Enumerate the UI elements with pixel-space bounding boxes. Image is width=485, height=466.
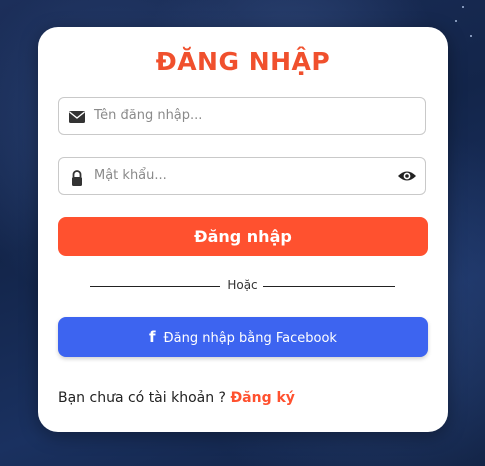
star-decoration [470, 35, 472, 37]
or-divider: Hoặc [90, 277, 395, 295]
signup-row: Bạn chưa có tài khoản ? Đăng ký [58, 390, 295, 406]
lock-icon [68, 169, 86, 186]
star-decoration [462, 6, 464, 8]
login-button[interactable]: Đăng nhập [58, 217, 428, 256]
facebook-icon: f [149, 328, 156, 346]
divider-line-right [263, 286, 395, 287]
login-card: ĐĂNG NHẬP Tên đăng nhập... Mật khẩu... Đ [38, 27, 448, 432]
page-title: ĐĂNG NHẬP [155, 47, 331, 76]
divider-text: Hoặc [227, 278, 258, 292]
star-decoration [455, 20, 457, 22]
username-field[interactable]: Tên đăng nhập... [58, 97, 426, 135]
envelope-icon [68, 109, 86, 125]
signup-prompt: Bạn chưa có tài khoản ? [58, 390, 231, 406]
facebook-button-label: Đăng nhập bằng Facebook [163, 331, 337, 346]
facebook-login-button[interactable]: f Đăng nhập bằng Facebook [58, 317, 428, 357]
password-field[interactable]: Mật khẩu... [58, 157, 426, 195]
username-placeholder: Tên đăng nhập... [94, 108, 203, 123]
password-placeholder: Mật khẩu... [94, 168, 167, 183]
eye-icon[interactable] [397, 168, 417, 184]
signup-link[interactable]: Đăng ký [230, 390, 294, 406]
